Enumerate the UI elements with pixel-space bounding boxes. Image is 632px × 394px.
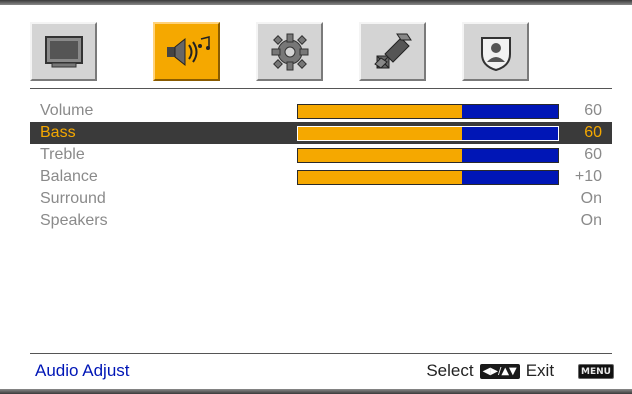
arrow-keys-icon: ◀▶/▲▼ <box>479 363 520 379</box>
menu-item-label: Balance <box>40 168 98 185</box>
menu-item-label: Volume <box>40 102 94 119</box>
menu-item-value: On <box>580 212 602 229</box>
top-border <box>0 0 632 5</box>
bass-level-bar[interactable] <box>297 126 559 141</box>
gear-icon <box>270 32 310 72</box>
menu-item-value: 60 <box>584 102 602 119</box>
menu-item-treble[interactable]: Treble 60 <box>30 144 612 166</box>
footer-divider <box>30 353 612 354</box>
menu-item-value: On <box>580 190 602 207</box>
menu-item-label: Surround <box>40 190 106 207</box>
menu-item-label: Speakers <box>40 212 108 229</box>
tv-icon <box>44 35 84 69</box>
balance-level-fill <box>298 171 462 184</box>
audio-menu-list: Volume 60 Bass 60 Treble 60 Balance +10 … <box>28 100 614 232</box>
tab-parental[interactable] <box>462 22 529 81</box>
menu-item-speakers[interactable]: Speakers On <box>30 210 612 232</box>
tab-audio[interactable] <box>153 22 220 81</box>
tab-setup[interactable] <box>256 22 323 81</box>
volume-level-bar[interactable] <box>297 104 559 119</box>
menu-item-label: Treble <box>40 146 85 163</box>
satellite-icon <box>371 32 415 72</box>
bottom-border <box>0 389 632 394</box>
menu-item-value: 60 <box>584 124 602 141</box>
volume-level-fill <box>298 105 462 118</box>
shield-person-icon <box>476 32 516 72</box>
exit-label: Exit <box>525 361 555 380</box>
treble-level-fill <box>298 149 462 162</box>
page-title: Audio Adjust <box>35 361 130 380</box>
treble-level-bar[interactable] <box>297 148 559 163</box>
header-divider <box>30 88 612 89</box>
menu-item-value: +10 <box>574 168 602 185</box>
menu-key-icon: MENU <box>578 363 614 379</box>
category-tab-bar <box>30 22 590 82</box>
bass-level-fill <box>298 127 462 140</box>
tab-satellite[interactable] <box>359 22 426 81</box>
key-hint: Select ◀▶/▲▼ Exit MENU <box>426 361 614 381</box>
menu-item-label: Bass <box>40 124 76 141</box>
menu-item-bass[interactable]: Bass 60 <box>28 120 614 146</box>
menu-item-volume[interactable]: Volume 60 <box>30 100 612 122</box>
speaker-music-icon <box>163 35 211 69</box>
balance-level-bar[interactable] <box>297 170 559 185</box>
tab-picture[interactable] <box>30 22 97 81</box>
select-label: Select <box>426 361 474 380</box>
menu-item-balance[interactable]: Balance +10 <box>30 166 612 188</box>
menu-item-value: 60 <box>584 146 602 163</box>
menu-item-surround[interactable]: Surround On <box>30 188 612 210</box>
